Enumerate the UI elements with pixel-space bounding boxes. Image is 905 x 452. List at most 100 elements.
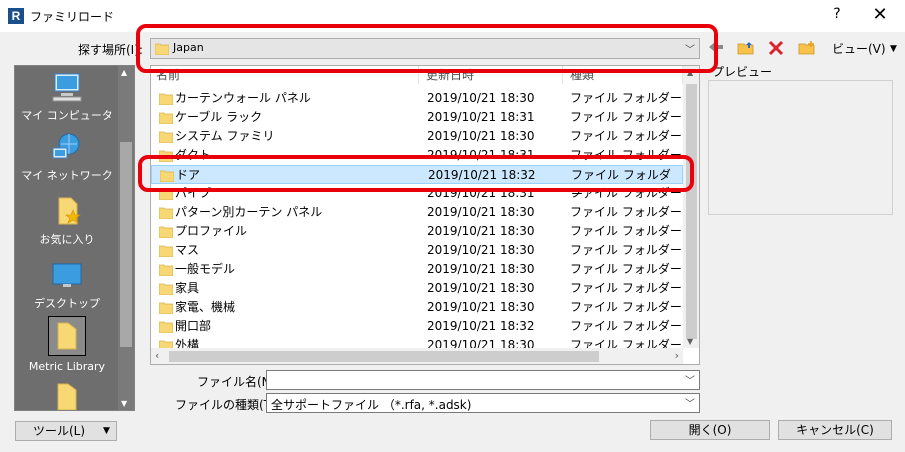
- place-metric-library[interactable]: Metric Library: [15, 316, 119, 373]
- preview-label: プレビュー: [712, 65, 773, 79]
- file-type: ファイル フォルダー: [570, 262, 682, 276]
- file-type: ファイル フォルダー: [570, 110, 682, 124]
- place-label: Metric Library: [28, 360, 106, 373]
- lookin-label: 探す場所(I):: [78, 43, 143, 57]
- file-date: 2019/10/21 18:30: [427, 243, 535, 257]
- up-folder-button[interactable]: [736, 40, 756, 60]
- file-row[interactable]: 一般モデル 2019/10/21 18:30 ファイル フォルダー: [151, 260, 683, 279]
- file-date: 2019/10/21 18:32: [427, 319, 535, 333]
- file-row[interactable]: ケーブル ラック 2019/10/21 18:31 ファイル フォルダー: [151, 108, 683, 127]
- scroll-down-icon[interactable]: ▼: [121, 399, 127, 408]
- scroll-thumb[interactable]: [686, 84, 697, 339]
- filetype-value: 全サポートファイル （*.rfa, *.adsk): [271, 398, 472, 412]
- highlight-door-row-annotation: [138, 155, 694, 192]
- file-row[interactable]: 家具 2019/10/21 18:30 ファイル フォルダー: [151, 279, 683, 298]
- preview-pane: [708, 80, 893, 215]
- chevron-down-icon: ﹀: [685, 399, 695, 410]
- cancel-button[interactable]: キャンセル(C): [778, 420, 892, 440]
- folder-icon: [159, 321, 173, 333]
- places-scrollbar[interactable]: ▲ ▼: [118, 66, 134, 410]
- file-date: 2019/10/21 18:30: [427, 91, 535, 105]
- folder-icon: [159, 283, 173, 295]
- folder-icon: [159, 226, 173, 238]
- file-name: プロファイル: [175, 224, 248, 238]
- desktop-icon: [52, 263, 82, 287]
- delete-x-icon: [768, 40, 784, 56]
- file-date: 2019/10/21 18:30: [427, 205, 535, 219]
- file-date: 2019/10/21 18:30: [427, 129, 535, 143]
- folder-icon: [159, 264, 173, 276]
- scroll-thumb[interactable]: [120, 142, 132, 347]
- file-name: マス: [175, 243, 200, 257]
- file-type: ファイル フォルダー: [570, 300, 682, 314]
- place-label: デスクトップ: [34, 297, 100, 310]
- file-type: ファイル フォルダー: [570, 129, 682, 143]
- file-type: ファイル フォルダー: [570, 224, 682, 238]
- file-date: 2019/10/21 18:30: [427, 224, 535, 238]
- caret-down-icon[interactable]: ▼: [890, 44, 897, 54]
- file-name: カーテンウォール パネル: [175, 91, 311, 105]
- scroll-thumb[interactable]: [169, 351, 599, 362]
- close-button[interactable]: ✕: [868, 4, 892, 26]
- scroll-left-icon[interactable]: ‹: [155, 349, 159, 362]
- file-type: ファイル フォルダー: [570, 205, 682, 219]
- file-row[interactable]: 開口部 2019/10/21 18:32 ファイル フォルダー: [151, 317, 683, 336]
- folder-icon: [57, 383, 77, 410]
- places-bar: マイ コンピュータ マイ ネットワーク お気に入り デスクトップ Metric …: [14, 65, 135, 411]
- new-folder-icon: [798, 41, 815, 55]
- caret-down-icon: ▼: [103, 426, 110, 436]
- file-name: ケーブル ラック: [175, 110, 263, 124]
- file-row[interactable]: カーテンウォール パネル 2019/10/21 18:30 ファイル フォルダー: [151, 89, 683, 108]
- chevron-down-icon[interactable]: ﹀: [685, 372, 695, 387]
- file-name: 家具: [175, 281, 200, 295]
- scroll-up-icon[interactable]: ▲: [121, 68, 127, 77]
- file-row[interactable]: プロファイル 2019/10/21 18:30 ファイル フォルダー: [151, 222, 683, 241]
- folder-icon: [159, 302, 173, 314]
- file-list[interactable]: ︿ 名前 更新日時 種類 カーテンウォール パネル 2019/10/21 18:…: [150, 65, 700, 365]
- tools-button[interactable]: ツール(L) ▼: [15, 421, 117, 441]
- place-label: マイ ネットワーク: [21, 169, 113, 182]
- file-row[interactable]: システム ファミリ 2019/10/21 18:30 ファイル フォルダー: [151, 127, 683, 146]
- highlight-lookin-annotation: [136, 24, 718, 73]
- filetype-dropdown[interactable]: 全サポートファイル （*.rfa, *.adsk) ﹀: [266, 393, 700, 413]
- place-label: マイ コンピュータ: [21, 109, 113, 122]
- filename-input[interactable]: ﹀: [266, 370, 700, 390]
- place-my-computer[interactable]: マイ コンピュータ: [15, 72, 119, 123]
- file-row[interactable]: マス 2019/10/21 18:30 ファイル フォルダー: [151, 241, 683, 260]
- delete-button[interactable]: [766, 40, 786, 60]
- selected-place-frame: [48, 316, 86, 356]
- scroll-down-icon[interactable]: ▼: [687, 337, 693, 346]
- place-favorites[interactable]: お気に入り: [15, 196, 119, 247]
- view-menu-button[interactable]: ビュー(V): [832, 40, 886, 57]
- file-row[interactable]: パターン別カーテン パネル 2019/10/21 18:30 ファイル フォルダ…: [151, 203, 683, 222]
- folder-icon: [159, 112, 173, 124]
- file-type: ファイル フォルダー: [570, 91, 682, 105]
- place-my-network[interactable]: マイ ネットワーク: [15, 132, 119, 183]
- file-type: ファイル フォルダー: [570, 281, 682, 295]
- scroll-right-icon[interactable]: ›: [675, 349, 679, 362]
- folder-icon: [159, 93, 173, 105]
- file-list-vertical-scrollbar[interactable]: ▲ ▼: [683, 66, 699, 348]
- file-type: ファイル フォルダー: [570, 243, 682, 257]
- file-date: 2019/10/21 18:31: [427, 110, 535, 124]
- file-date: 2019/10/21 18:30: [427, 300, 535, 314]
- file-list-horizontal-scrollbar[interactable]: ‹ ›: [151, 348, 683, 364]
- place-extra-folder[interactable]: [15, 382, 119, 410]
- file-row[interactable]: 家電、機械 2019/10/21 18:30 ファイル フォルダー: [151, 298, 683, 317]
- folder-icon: [159, 245, 173, 257]
- network-icon: [52, 133, 80, 159]
- file-name: 家電、機械: [175, 300, 236, 314]
- file-name: パターン別カーテン パネル: [175, 205, 323, 219]
- folder-icon: [159, 207, 173, 219]
- new-folder-button[interactable]: [797, 40, 817, 60]
- folder-icon: [159, 131, 173, 143]
- open-button[interactable]: 開く(O): [650, 420, 770, 440]
- place-desktop[interactable]: デスクトップ: [15, 260, 119, 311]
- window-title: ファミリロード: [30, 10, 115, 24]
- tools-button-label: ツール(L): [33, 424, 86, 438]
- file-name: システム ファミリ: [175, 129, 275, 143]
- place-label: お気に入り: [39, 233, 95, 246]
- help-button[interactable]: ?: [828, 6, 846, 26]
- file-date: 2019/10/21 18:30: [427, 262, 535, 276]
- library-folder-icon: [57, 322, 77, 350]
